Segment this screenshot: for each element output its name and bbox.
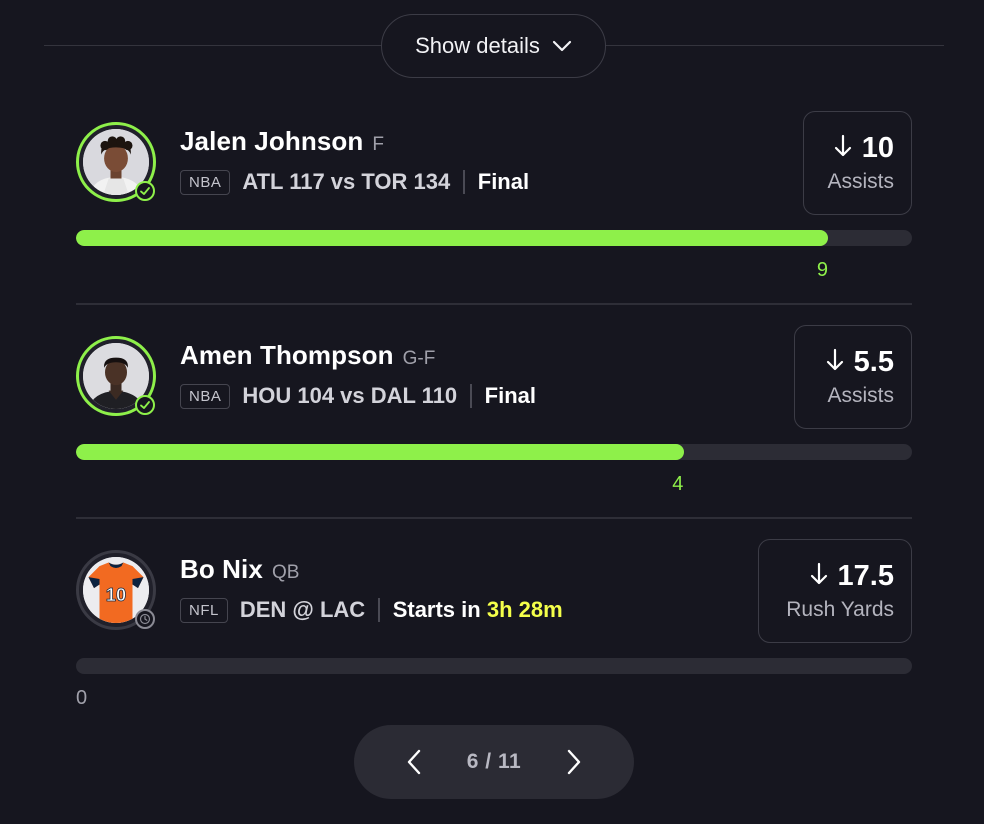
player-position: G-F [402,348,436,369]
player-name-line: Bo Nix QB [180,554,299,585]
matchup-score: HOU 104 vs DAL 110 [242,383,458,408]
player-avatar [76,122,156,202]
matchup-teams: DEN @ LAC [239,597,366,622]
prop-line-box[interactable]: 10 Assists [803,111,912,215]
player-name-line: Jalen Johnson F [180,126,384,157]
stat-label: Assists [827,384,894,407]
row-divider [76,517,912,519]
arrow-down-icon [833,134,853,163]
line-value: 10 [861,132,894,164]
chevron-left-icon[interactable] [400,748,428,776]
pick-row[interactable]: Amen Thompson G-F NBA HOU 104 vs DAL 110… [76,322,912,536]
player-avatar [76,336,156,416]
show-details-label: Show details [415,33,540,58]
progress-fill [76,444,684,460]
line-value: 17.5 [837,560,894,592]
meta-divider [463,170,465,194]
prop-line-box[interactable]: 5.5 Assists [794,325,912,429]
player-name: Bo Nix [180,554,263,584]
prop-line-box[interactable]: 17.5 Rush Yards [758,539,912,643]
progress-value: 0 [76,687,88,709]
pagination: 6 / 11 [354,725,634,799]
progress-track [76,230,912,246]
progress-track [76,444,912,460]
progress-fill [76,230,829,246]
league-badge: NBA [180,169,231,195]
progress-value: 4 [672,473,684,495]
page-indicator: 6 / 11 [466,750,522,773]
game-info: NBA ATL 117 vs TOR 134 Final [180,169,529,195]
league-badge: NBA [180,383,231,409]
meta-divider [470,384,472,408]
matchup-score: ATL 117 vs TOR 134 [242,169,451,194]
player-position: QB [271,562,300,583]
stat-label: Rush Yards [786,598,894,621]
game-status: Starts in 3h 28m [393,597,563,623]
player-name-line: Amen Thompson G-F [180,340,435,371]
game-info: NBA HOU 104 vs DAL 110 Final [180,383,536,409]
game-status: Final [477,169,530,194]
starts-in-label: Starts in [392,597,481,622]
progress-value: 9 [816,259,828,281]
row-divider [76,303,912,305]
game-info: NFL DEN @ LAC Starts in 3h 28m [180,597,563,623]
pick-row[interactable]: 10 Bo Nix QB NFL DEN @ LAC Starts in 3h … [76,536,912,750]
show-details-button[interactable]: Show details [381,14,606,78]
chevron-right-icon[interactable] [560,748,588,776]
clock-icon [135,609,155,629]
game-status: Final [484,383,537,408]
arrow-down-icon [809,562,829,591]
progress-track [76,658,912,674]
pick-row[interactable]: Jalen Johnson F NBA ATL 117 vs TOR 134 F… [76,108,912,322]
player-avatar: 10 [76,550,156,630]
player-position: F [372,134,384,155]
countdown-timer: 3h 28m [486,597,563,622]
stat-label: Assists [827,170,894,193]
meta-divider [378,598,380,622]
player-name: Jalen Johnson [180,126,364,156]
league-badge: NFL [180,597,228,623]
player-name: Amen Thompson [180,340,394,370]
line-value: 5.5 [853,346,894,378]
jersey-number: 10 [106,584,126,605]
check-icon [135,181,155,201]
pick-card-panel: Show details Jalen Johnson F NBA ATL 117… [0,0,984,824]
arrow-down-icon [825,348,845,377]
chevron-down-icon [552,40,572,52]
check-icon [135,395,155,415]
